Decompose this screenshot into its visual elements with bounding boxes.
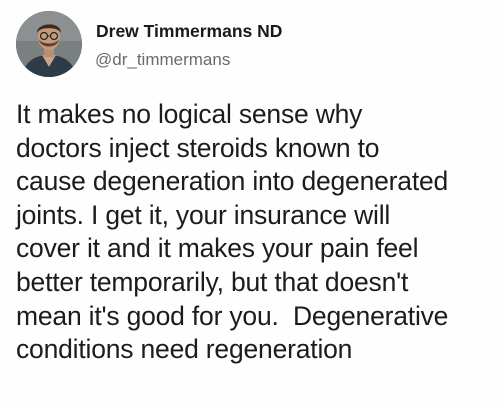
tweet-text-line: doctors inject steroids known to: [16, 132, 380, 163]
tweet-text-line: It makes no logical sense why: [16, 99, 363, 129]
tweet-text-line: cover it and it makes your pain feel: [16, 233, 419, 264]
profile-photo-icon: [16, 11, 82, 77]
tweet-text-line: better temporarily, but that doesn't: [16, 266, 409, 297]
tweet-text-line: conditions need regeneration: [16, 334, 353, 365]
tweet-text-line: cause degeneration into degenerated: [16, 166, 449, 197]
author-handle[interactable]: @dr_timmermans: [95, 50, 230, 70]
tweet-text-line: joints. I get it, your insurance will: [16, 199, 391, 230]
tweet-text-line: mean it's good for you. Degenerative: [16, 300, 449, 331]
avatar[interactable]: [16, 11, 82, 77]
tweet-text: It makes no logical sense why doctors in…: [16, 98, 494, 367]
author-display-name[interactable]: Drew Timmermans ND: [96, 21, 282, 42]
tweet-card: Drew Timmermans ND @dr_timmermans It mak…: [0, 0, 500, 405]
